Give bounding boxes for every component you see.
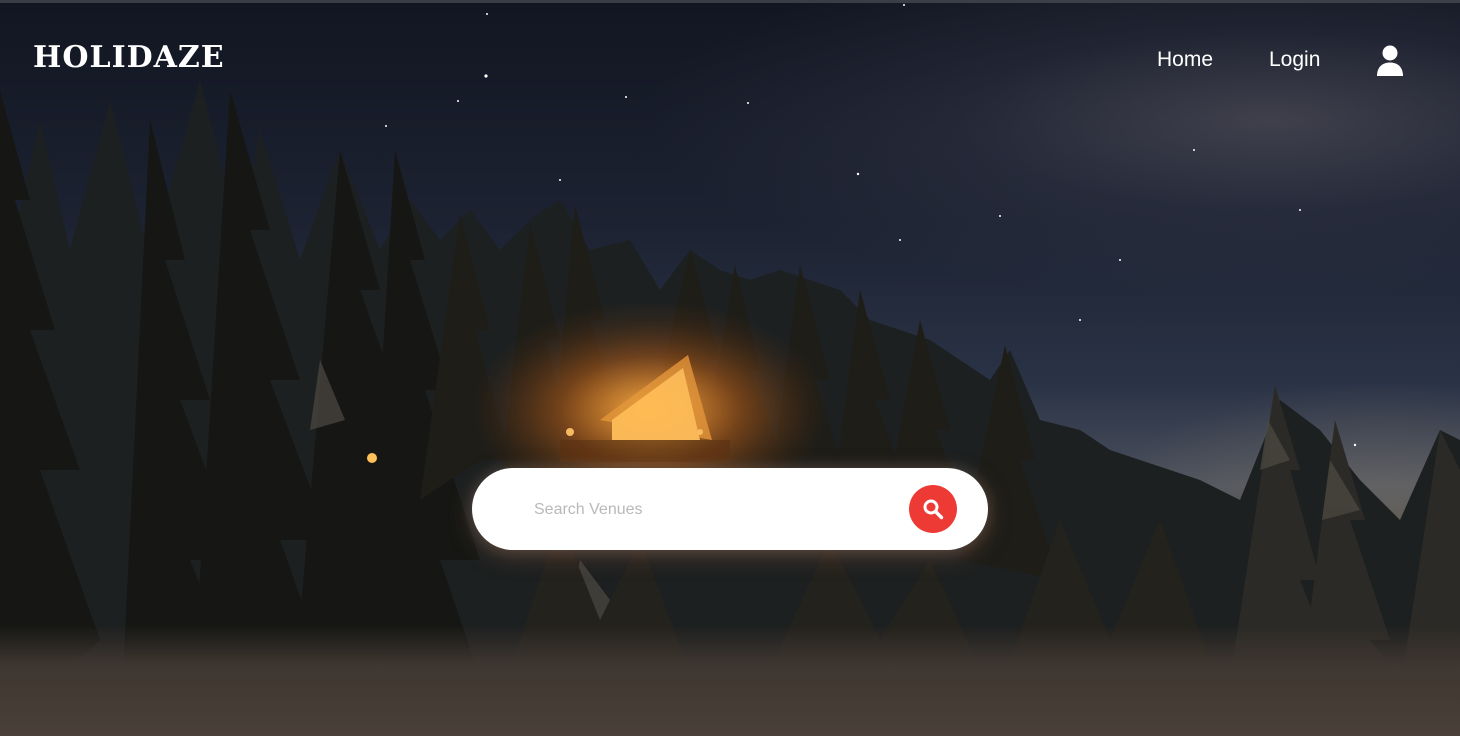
navbar: HOLIDAZE Home Login	[0, 0, 1460, 124]
search-icon	[923, 499, 944, 520]
user-icon[interactable]	[1374, 44, 1406, 76]
nav-home-link[interactable]: Home	[1157, 48, 1213, 72]
search-input[interactable]	[532, 490, 896, 530]
search-bar	[472, 468, 988, 550]
hero-section: HOLIDAZE Home Login	[0, 0, 1460, 736]
brand-logo[interactable]: HOLIDAZE	[33, 40, 225, 75]
search-button[interactable]	[909, 485, 957, 533]
nav-login-link[interactable]: Login	[1269, 48, 1320, 72]
snow-ground	[0, 626, 1460, 736]
